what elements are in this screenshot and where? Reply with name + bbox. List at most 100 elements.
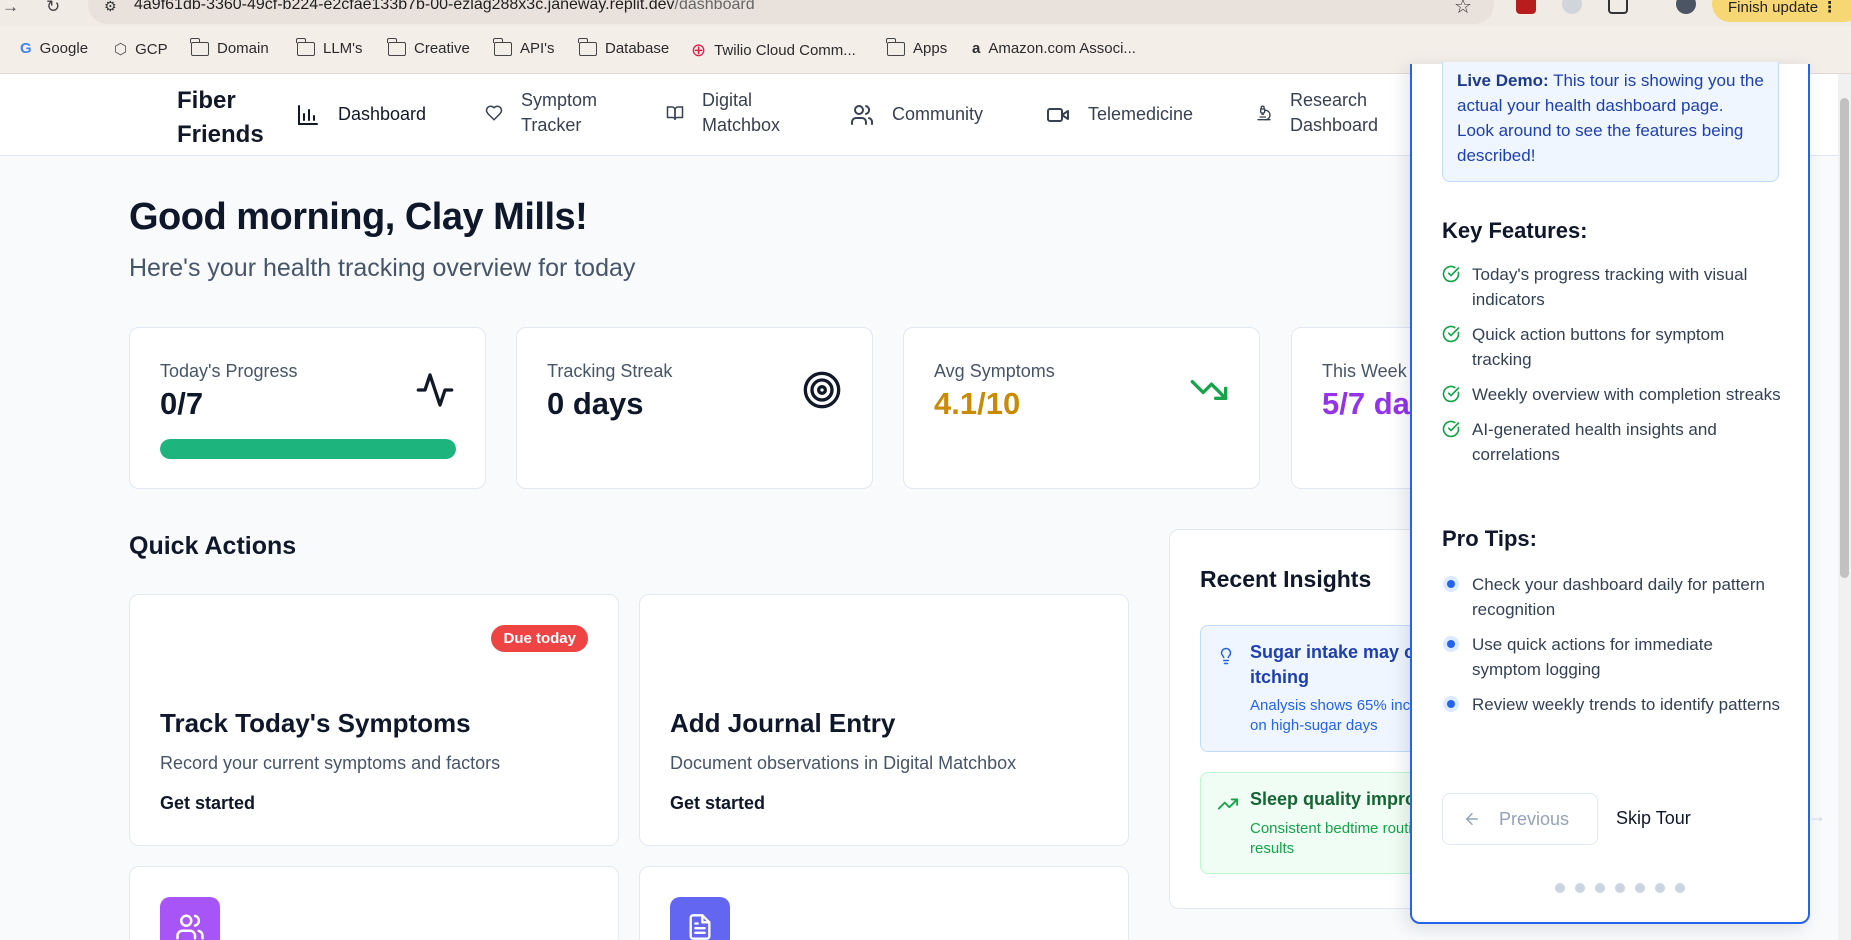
bookmark-google[interactable]: G Google (20, 40, 88, 57)
action-card-track-symptoms[interactable]: Due today Track Today's Symptoms Record … (129, 594, 619, 846)
lightbulb-icon (1220, 647, 1232, 665)
trending-down-icon (1190, 380, 1228, 400)
pro-tips-list: Check your dashboard daily for pattern r… (1442, 572, 1782, 727)
nav-symptom-tracker[interactable]: Symptom Tracker (485, 88, 597, 138)
page-greeting: Good morning, Clay Mills! (129, 196, 588, 238)
amazon-icon: a (972, 40, 981, 57)
bookmark-gcp[interactable]: ⬡ GCP (114, 40, 168, 59)
skip-tour-button[interactable]: Skip Tour (1616, 808, 1691, 829)
bookmark-twilio[interactable]: ⊕ Twilio Cloud Comm... (691, 40, 856, 61)
reload-icon[interactable]: ↻ (46, 0, 60, 16)
stat-label: Tracking Streak (547, 361, 673, 381)
site-settings-icon[interactable]: ⚙ (104, 0, 117, 15)
target-icon (803, 371, 841, 409)
progress-bar (160, 439, 456, 459)
document-icon (689, 914, 711, 940)
quick-actions-title: Quick Actions (129, 532, 297, 560)
pro-tips-title: Pro Tips: (1442, 526, 1537, 551)
stat-card-progress: Today's Progress 0/7 (129, 327, 486, 489)
folder-icon (387, 37, 406, 56)
nav-digital-matchbox[interactable]: Digital Matchbox (666, 88, 780, 138)
book-icon (666, 106, 684, 120)
folder-icon (296, 37, 315, 56)
stat-label: This Week (1322, 361, 1407, 381)
bookmark-star-icon[interactable]: ☆ (1454, 0, 1472, 19)
bookmark-database[interactable]: Database (578, 37, 669, 57)
scrollbar-thumb[interactable] (1840, 98, 1849, 578)
list-item: AI-generated health insights and correla… (1442, 417, 1782, 467)
extension-icon[interactable] (1516, 0, 1536, 14)
bullet-dot-icon (1443, 636, 1459, 652)
extension-icon[interactable] (1562, 0, 1582, 14)
tour-next-arrow-icon[interactable]: → (1808, 806, 1826, 827)
bookmark-llms[interactable]: LLM's (296, 37, 363, 57)
bullet-dot-icon (1443, 576, 1459, 592)
document-tile (670, 897, 730, 940)
google-icon: G (20, 40, 32, 57)
due-today-badge: Due today (491, 625, 588, 652)
list-item: Check your dashboard daily for pattern r… (1442, 572, 1782, 622)
tour-step-dot[interactable] (1675, 883, 1685, 893)
tour-step-dot[interactable] (1555, 883, 1565, 893)
arrow-left-icon (1465, 813, 1478, 825)
community-tile (160, 897, 220, 940)
users-icon (851, 104, 874, 125)
url-text[interactable]: 4a9f61db-3360-49cf-b224-e2cfae133b7b-00-… (134, 0, 755, 14)
page-scrollbar[interactable] (1838, 74, 1851, 940)
tour-step-dot[interactable] (1615, 883, 1625, 893)
bookmark-apis[interactable]: API's (493, 37, 555, 57)
brand-logo[interactable]: Fiber Friends (177, 84, 264, 152)
extensions-puzzle-icon[interactable] (1608, 0, 1628, 14)
action-title: Track Today's Symptoms (160, 708, 471, 738)
previous-button[interactable]: Previous (1442, 793, 1598, 845)
bookmark-amazon[interactable]: a Amazon.com Associ... (972, 40, 1136, 57)
heart-icon (485, 105, 503, 121)
stat-label: Avg Symptoms (934, 361, 1055, 381)
insights-title: Recent Insights (1200, 566, 1372, 592)
stat-value: 0 days (547, 386, 644, 421)
bar-chart-icon (298, 104, 318, 125)
stat-label: Today's Progress (160, 361, 298, 381)
key-features-list: Today's progress tracking with visual in… (1442, 262, 1782, 477)
activity-icon (416, 373, 454, 407)
list-item: Quick action buttons for symptom trackin… (1442, 322, 1782, 372)
folder-icon (493, 37, 512, 56)
nav-telemedicine[interactable]: Telemedicine (1046, 102, 1193, 127)
video-icon (1047, 107, 1069, 122)
stat-value: 0/7 (160, 386, 204, 421)
stat-value: 4.1/10 (934, 386, 1021, 421)
forward-icon[interactable]: → (2, 0, 19, 16)
tour-step-dot[interactable] (1595, 883, 1605, 893)
action-card-community[interactable] (129, 866, 619, 940)
get-started-link[interactable]: Get started (160, 793, 255, 814)
tour-step-dot[interactable] (1575, 883, 1585, 893)
check-circle-icon (1442, 420, 1460, 438)
users-icon (176, 914, 204, 940)
check-circle-icon (1442, 265, 1460, 283)
folder-icon (578, 37, 597, 56)
tour-step-dot[interactable] (1635, 883, 1645, 893)
bookmark-domain[interactable]: Domain (190, 37, 269, 57)
tour-step-dot[interactable] (1655, 883, 1665, 893)
list-item: Review weekly trends to identify pattern… (1442, 692, 1782, 717)
bookmark-apps[interactable]: Apps (886, 37, 947, 57)
live-demo-note: Live Demo: This tour is showing you the … (1442, 62, 1779, 182)
nav-dashboard[interactable]: Dashboard (296, 102, 426, 127)
action-card-document[interactable] (639, 866, 1129, 940)
stat-card-avg-symptoms: Avg Symptoms 4.1/10 (903, 327, 1260, 489)
action-description: Record your current symptoms and factors (160, 753, 501, 773)
bookmark-creative[interactable]: Creative (387, 37, 470, 57)
gcp-icon: ⬡ (114, 41, 128, 58)
nav-community[interactable]: Community (850, 102, 983, 127)
action-card-journal-entry[interactable]: Add Journal Entry Document observations … (639, 594, 1129, 846)
twilio-icon: ⊕ (691, 40, 707, 60)
list-item: Weekly overview with completion streaks (1442, 382, 1782, 407)
finish-update-button[interactable]: Finish update ⋮ (1712, 0, 1851, 22)
list-item: Today's progress tracking with visual in… (1442, 262, 1782, 312)
stat-card-streak: Tracking Streak 0 days (516, 327, 873, 489)
microscope-icon (1257, 105, 1271, 121)
nav-research-dashboard[interactable]: Research Dashboard (1256, 88, 1378, 138)
profile-avatar[interactable] (1676, 0, 1696, 14)
check-circle-icon (1442, 325, 1460, 343)
get-started-link[interactable]: Get started (670, 793, 765, 814)
